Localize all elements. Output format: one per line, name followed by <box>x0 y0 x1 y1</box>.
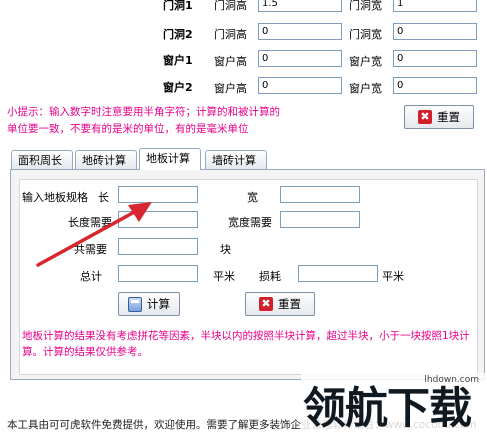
door1-width-field[interactable]: 1 <box>393 0 477 12</box>
window1-width-label: 窗户宽 <box>349 55 382 68</box>
window2-label: 窗户2 <box>163 81 193 94</box>
door2-width-label: 门洞宽 <box>349 28 382 41</box>
window2-height-field[interactable]: 0 <box>258 77 342 94</box>
hint-line-1: 小提示：输入数字时注意要用半角字符；计算的和被计算的 <box>7 106 280 118</box>
unit-block: 块 <box>220 243 231 256</box>
watermark-logo: 领航下载 <box>303 384 472 434</box>
width-needed-field[interactable] <box>280 211 360 228</box>
reset-button-label: 重置 <box>278 297 301 311</box>
door2-height-field[interactable]: 0 <box>258 23 342 40</box>
tab-area-perimeter[interactable]: 面积周长 <box>11 150 73 170</box>
calculate-button-label: 计算 <box>147 297 170 311</box>
tab-floor-tile[interactable]: 地砖计算 <box>75 150 137 170</box>
reset-button[interactable]: ✖ 重置 <box>245 292 315 316</box>
door1-label: 门洞1 <box>163 0 193 12</box>
window1-height-field[interactable]: 0 <box>258 50 342 67</box>
hint-text: 小提示：输入数字时注意要用半角字符；计算的和被计算的 单位要一致，不要有的是米的… <box>7 104 397 138</box>
calculate-button[interactable]: 计算 <box>118 292 180 316</box>
loss-label: 损耗 <box>259 270 281 283</box>
door1-width-label: 门洞宽 <box>349 0 382 12</box>
width-label: 宽 <box>247 191 258 204</box>
tab-wall-tile[interactable]: 墙砖计算 <box>205 150 267 170</box>
floor-note: 地板计算的结果没有考虑拼花等因素，半块以内的按照半块计算，超过半块，小于一块按照… <box>22 330 470 358</box>
width-input[interactable] <box>280 186 360 203</box>
reset-top-button[interactable]: ✖ 重置 <box>404 105 474 129</box>
tab-wood-floor[interactable]: 地板计算 <box>139 148 201 170</box>
width-needed-label: 宽度需要 <box>228 216 272 229</box>
window2-width-label: 窗户宽 <box>349 82 382 95</box>
window1-height-label: 窗户高 <box>214 55 247 68</box>
watermark: lhdown.com 领航下载 <box>301 373 487 442</box>
loss-field[interactable] <box>298 265 378 282</box>
window1-label: 窗户1 <box>163 54 193 67</box>
unit-sqm-2: 平米 <box>382 270 404 283</box>
door2-height-label: 门洞高 <box>214 28 247 41</box>
close-icon: ✖ <box>418 110 432 124</box>
door1-height-label: 门洞高 <box>214 0 247 12</box>
door1-height-field[interactable]: 1.5 <box>258 0 342 12</box>
reset-top-button-label: 重置 <box>437 110 460 124</box>
calculator-icon <box>128 296 142 312</box>
door2-label: 门洞2 <box>163 28 193 41</box>
window2-height-label: 窗户高 <box>214 82 247 95</box>
door2-width-field[interactable]: 0 <box>393 23 477 40</box>
hint-line-2: 单位要一致，不要有的是米的单位，有的是毫米单位 <box>7 123 249 135</box>
window2-width-field[interactable]: 0 <box>393 77 477 94</box>
annotation-arrow <box>36 202 152 267</box>
window1-width-field[interactable]: 0 <box>393 50 477 67</box>
unit-sqm: 平米 <box>213 270 235 283</box>
close-icon: ✖ <box>259 297 273 311</box>
